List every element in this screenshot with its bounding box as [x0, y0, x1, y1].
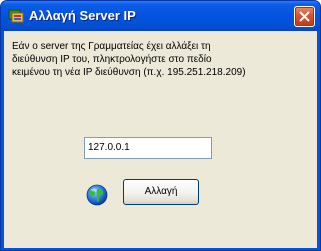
change-button[interactable]: Αλλαγή [123, 179, 199, 205]
close-button[interactable] [294, 6, 315, 27]
window-title: Αλλαγή Server IP [29, 8, 136, 23]
globe-icon [85, 183, 109, 207]
dialog-window: Αλλαγή Server IP Εάν ο server της Γραμμα… [0, 0, 321, 251]
close-icon [299, 11, 310, 22]
app-window-icon [8, 8, 24, 24]
dialog-body: Εάν ο server της Γραμματείας έχει αλλάξε… [4, 31, 317, 248]
instruction-text: Εάν ο server της Γραμματείας έχει αλλάξε… [12, 41, 246, 78]
ip-address-input[interactable]: 127.0.0.1 [84, 137, 212, 159]
title-bar[interactable]: Αλλαγή Server IP [1, 1, 320, 31]
